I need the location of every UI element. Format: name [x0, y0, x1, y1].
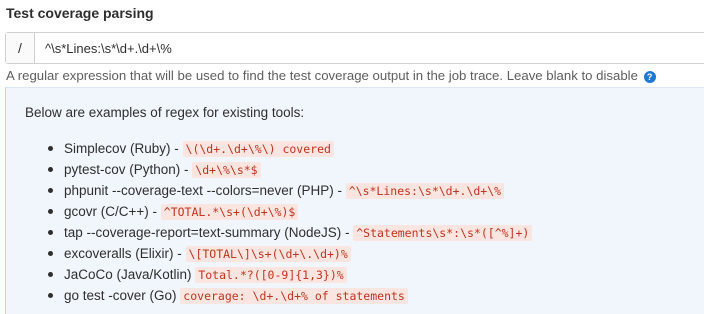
bullet-icon: [48, 230, 53, 235]
regex-code: \(\d+.\d+\%\) covered: [182, 141, 334, 157]
question-circle-icon[interactable]: ?: [643, 71, 656, 83]
regex-code: ^Statements\s*:\s*([^%]+): [353, 225, 533, 241]
tool-name: tap --coverage-report=text-summary (Node…: [64, 225, 354, 240]
section-title: Test coverage parsing: [6, 5, 154, 21]
list-item: tap --coverage-report=text-summary (Node…: [6, 222, 533, 243]
list-item: Simplecov (Ruby) - \(\d+.\d+\%\) covered: [6, 138, 532, 159]
tool-name: go test -cover (Go): [64, 288, 181, 303]
bullet-icon: [48, 272, 53, 277]
coverage-regex-input-group: /: [5, 32, 704, 64]
list-item: pytest-cov (Python) - \d+\%\s*$: [6, 159, 532, 180]
coverage-regex-input[interactable]: [35, 33, 704, 63]
regex-code: \d+\%\s*$: [192, 162, 261, 178]
tool-name: excoveralls (Elixir) -: [64, 246, 186, 261]
bullet-icon: [48, 209, 53, 214]
examples-intro: Below are examples of regex for existing…: [25, 105, 305, 120]
regex-code: ^TOTAL.*\s+(\d+\%)$: [160, 204, 299, 220]
tool-name: phpunit --coverage-text --colors=never (…: [64, 183, 346, 198]
bullet-icon: [48, 293, 53, 298]
tool-name: gcovr (C/C++) -: [64, 204, 161, 219]
tool-name: Simplecov (Ruby) -: [64, 141, 183, 156]
help-text-label: A regular expression that will be used t…: [6, 68, 638, 83]
tool-name: JaCoCo (Java/Kotlin): [64, 267, 196, 282]
list-item: excoveralls (Elixir) - \[TOTAL\]\s+(\d+\…: [6, 243, 532, 264]
list-item: phpunit --coverage-text --colors=never (…: [6, 180, 532, 201]
list-item: gcovr (C/C++) - ^TOTAL.*\s+(\d+\%)$: [6, 201, 532, 222]
tool-name: pytest-cov (Python) -: [64, 162, 193, 177]
regex-code: ^\s*Lines:\s*\d+.\d+\%: [345, 183, 505, 199]
bullet-icon: [48, 251, 53, 256]
list-item: go test -cover (Go) coverage: \d+.\d+% o…: [6, 285, 532, 306]
examples-info-box: Below are examples of regex for existing…: [5, 87, 704, 314]
ci-settings-page: Test coverage parsing / A regular expres…: [0, 0, 704, 314]
bullet-icon: [48, 167, 53, 172]
list-item: JaCoCo (Java/Kotlin) Total.*?([0-9]{1,3}…: [6, 264, 532, 285]
regex-code: Total.*?([0-9]{1,3})%: [195, 267, 347, 283]
regex-code: \[TOTAL\]\s+(\d+\.\d+)%: [185, 246, 351, 262]
regex-prefix: /: [6, 33, 35, 63]
examples-list: Simplecov (Ruby) - \(\d+.\d+\%\) covered…: [6, 138, 533, 306]
bullet-icon: [48, 188, 53, 193]
help-text: A regular expression that will be used t…: [6, 68, 704, 83]
regex-code: coverage: \d+.\d+% of statements: [180, 288, 408, 304]
bullet-icon: [48, 146, 53, 151]
